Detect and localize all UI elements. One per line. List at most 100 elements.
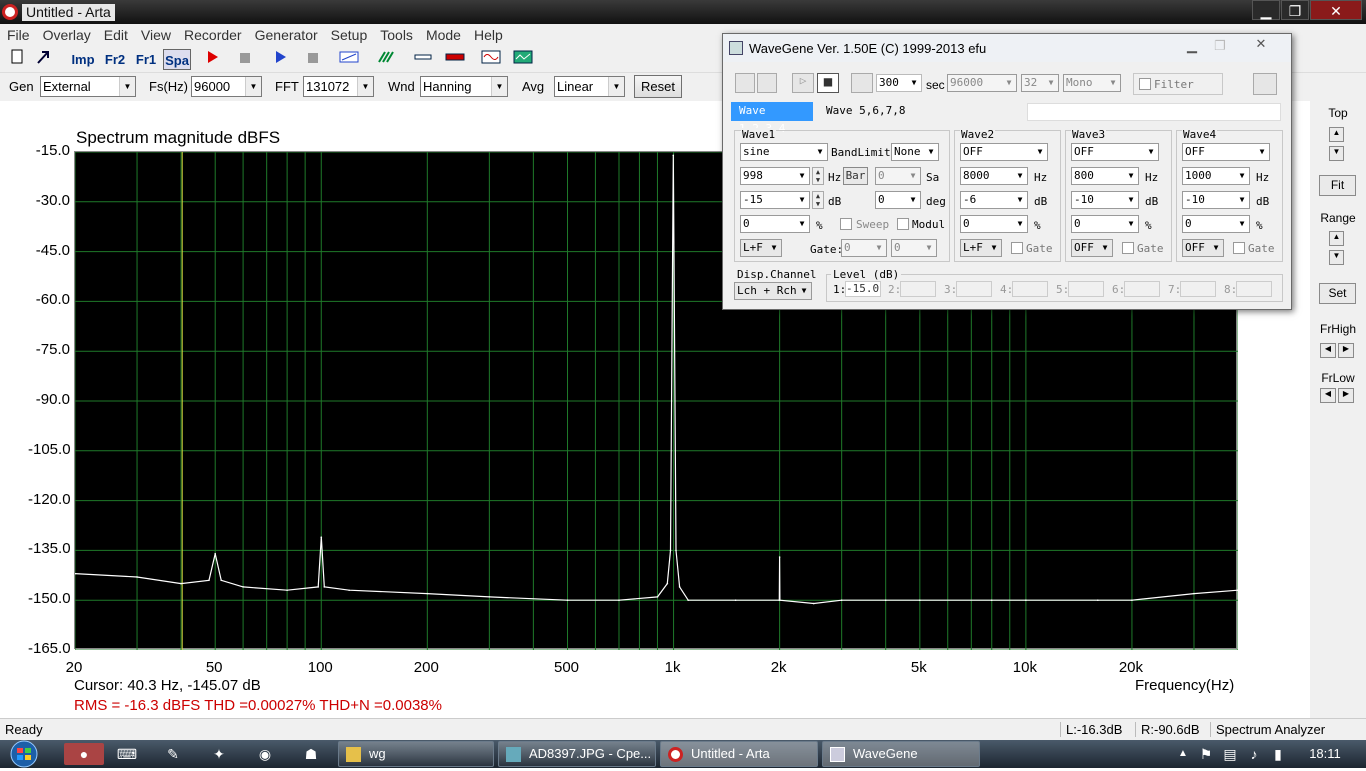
tab-wave-1234[interactable]: Wave 1,2,3,4: [731, 102, 813, 135]
play-icon[interactable]: ▷: [792, 73, 814, 93]
wave3-gate-checkbox[interactable]: [1122, 242, 1134, 254]
frhigh-left-button[interactable]: ◀: [1320, 343, 1336, 358]
modul-checkbox[interactable]: [897, 218, 909, 230]
bandlimit-select[interactable]: None ▼: [891, 143, 939, 161]
settings-icon[interactable]: [1253, 73, 1277, 95]
close-button[interactable]: ✕: [1310, 0, 1362, 20]
menu-edit[interactable]: Edit: [97, 24, 134, 43]
gen-select[interactable]: External ▼: [40, 76, 136, 97]
frlow-right-button[interactable]: ▶: [1338, 388, 1354, 403]
range-down-button[interactable]: ▼: [1329, 250, 1344, 265]
flag-icon[interactable]: ⚑: [1196, 743, 1216, 765]
stop-icon[interactable]: [236, 49, 254, 70]
fs-select[interactable]: 96000 ▼: [191, 76, 262, 97]
wave3-channel-select[interactable]: OFF ▼: [1071, 239, 1113, 257]
tab-wave-5678[interactable]: Wave 5,6,7,8: [826, 104, 905, 117]
window-select[interactable]: Hanning ▼: [420, 76, 508, 97]
menu-tools[interactable]: Tools: [373, 24, 419, 43]
range-up-button[interactable]: ▲: [1329, 231, 1344, 246]
clock[interactable]: 18:11: [1300, 746, 1350, 761]
channel-mode-select[interactable]: Mono ▼: [1063, 74, 1121, 92]
wave3-freq-select[interactable]: 800 ▼: [1071, 167, 1139, 185]
tool-icon[interactable]: ✦: [206, 743, 232, 765]
wave4-pct-select[interactable]: 0 ▼: [1182, 215, 1250, 233]
menu-overlay[interactable]: Overlay: [36, 24, 97, 43]
task-wg[interactable]: wg: [338, 741, 494, 767]
minimize-button[interactable]: ▁: [1252, 0, 1280, 20]
volume-icon[interactable]: ♪: [1244, 743, 1264, 765]
record-play-icon[interactable]: [204, 49, 222, 70]
wave4-level-select[interactable]: -10 ▼: [1182, 191, 1250, 209]
open-arrow-icon[interactable]: [34, 49, 52, 70]
color-bar-icon[interactable]: [444, 49, 466, 70]
task-image-viewer[interactable]: AD8397.JPG - Сре...: [498, 741, 656, 767]
menu-generator[interactable]: Generator: [248, 24, 324, 43]
duration-select[interactable]: 300 ▼: [876, 74, 922, 92]
wave2-level-select[interactable]: -6 ▼: [960, 191, 1028, 209]
hatch-icon[interactable]: [376, 49, 398, 70]
stop-icon-2[interactable]: [304, 49, 322, 70]
tray-expand-icon[interactable]: ▲: [1174, 743, 1192, 765]
fr2-mode-button[interactable]: Fr2: [102, 49, 128, 70]
wg-minimize-button[interactable]: ▁: [1179, 38, 1205, 56]
scope-icon[interactable]: [512, 49, 534, 70]
fit-button[interactable]: Fit: [1319, 175, 1356, 196]
save-icon[interactable]: [757, 73, 777, 93]
wave2-freq-select[interactable]: 8000 ▼: [960, 167, 1028, 185]
network-icon[interactable]: ▮: [1268, 743, 1288, 765]
wave4-type-select[interactable]: OFF ▼: [1182, 143, 1270, 161]
timer-icon[interactable]: [851, 73, 873, 93]
bar-button[interactable]: Bar: [843, 167, 868, 185]
wave1-freq-spinner[interactable]: ▲ ▼: [812, 167, 824, 185]
start-button[interactable]: [4, 740, 50, 768]
wave1-channel-select[interactable]: L+F ▼: [740, 239, 782, 257]
app-mask-icon[interactable]: ☗: [298, 743, 324, 765]
task-arta[interactable]: Untitled - Arta: [660, 741, 818, 767]
wave3-type-select[interactable]: OFF ▼: [1071, 143, 1159, 161]
avg-select[interactable]: Linear ▼: [554, 76, 625, 97]
chrome-icon[interactable]: ◉: [252, 743, 278, 765]
device-icon[interactable]: ▤: [1220, 743, 1240, 765]
task-wavegene[interactable]: WaveGene: [822, 741, 980, 767]
top-up-button[interactable]: ▲: [1329, 127, 1344, 142]
phase-select[interactable]: 0 ▼: [875, 191, 921, 209]
wave2-gate-checkbox[interactable]: [1011, 242, 1023, 254]
wave4-channel-select[interactable]: OFF ▼: [1182, 239, 1224, 257]
pinned-app-icon[interactable]: ●: [64, 743, 104, 765]
menu-mode[interactable]: Mode: [419, 24, 467, 43]
key-icon[interactable]: [412, 49, 434, 70]
wave1-level-select[interactable]: -15 ▼: [740, 191, 810, 209]
impulse-mode-button[interactable]: Imp: [70, 49, 96, 70]
wave1-level-spinner[interactable]: ▲ ▼: [812, 191, 824, 209]
stop-icon[interactable]: ■: [817, 73, 839, 93]
sweep-checkbox[interactable]: [840, 218, 852, 230]
keyboard-icon[interactable]: ⌨: [114, 743, 140, 765]
menu-view[interactable]: View: [134, 24, 177, 43]
set-button[interactable]: Set: [1319, 283, 1356, 304]
menu-recorder[interactable]: Recorder: [177, 24, 248, 43]
spa-mode-button[interactable]: Spa: [163, 49, 191, 70]
wave2-channel-select[interactable]: L+F ▼: [960, 239, 1002, 257]
wave1-pct-select[interactable]: 0 ▼: [740, 215, 810, 233]
fr1-mode-button[interactable]: Fr1: [133, 49, 159, 70]
frhigh-right-button[interactable]: ▶: [1338, 343, 1354, 358]
wave4-freq-select[interactable]: 1000 ▼: [1182, 167, 1250, 185]
wave3-pct-select[interactable]: 0 ▼: [1071, 215, 1139, 233]
disp-channel-select[interactable]: Lch + Rch ▼: [734, 282, 812, 300]
samplerate-select[interactable]: 96000 ▼: [947, 74, 1017, 92]
top-down-button[interactable]: ▼: [1329, 146, 1344, 161]
load-icon[interactable]: [735, 73, 755, 93]
wave2-type-select[interactable]: OFF ▼: [960, 143, 1048, 161]
wave1-type-select[interactable]: sine ▼: [740, 143, 828, 161]
menu-setup[interactable]: Setup: [324, 24, 374, 43]
new-file-icon[interactable]: [8, 49, 26, 70]
wave4-gate-checkbox[interactable]: [1233, 242, 1245, 254]
gate1-select[interactable]: 0 ▼: [841, 239, 887, 257]
fft-select[interactable]: 131072 ▼: [303, 76, 374, 97]
maximize-button[interactable]: ❐: [1281, 0, 1309, 20]
frlow-left-button[interactable]: ◀: [1320, 388, 1336, 403]
bits-select[interactable]: 32 ▼: [1021, 74, 1059, 92]
reset-button[interactable]: Reset: [634, 75, 682, 98]
notepad-icon[interactable]: ✎: [160, 743, 186, 765]
wave3-level-select[interactable]: -10 ▼: [1071, 191, 1139, 209]
